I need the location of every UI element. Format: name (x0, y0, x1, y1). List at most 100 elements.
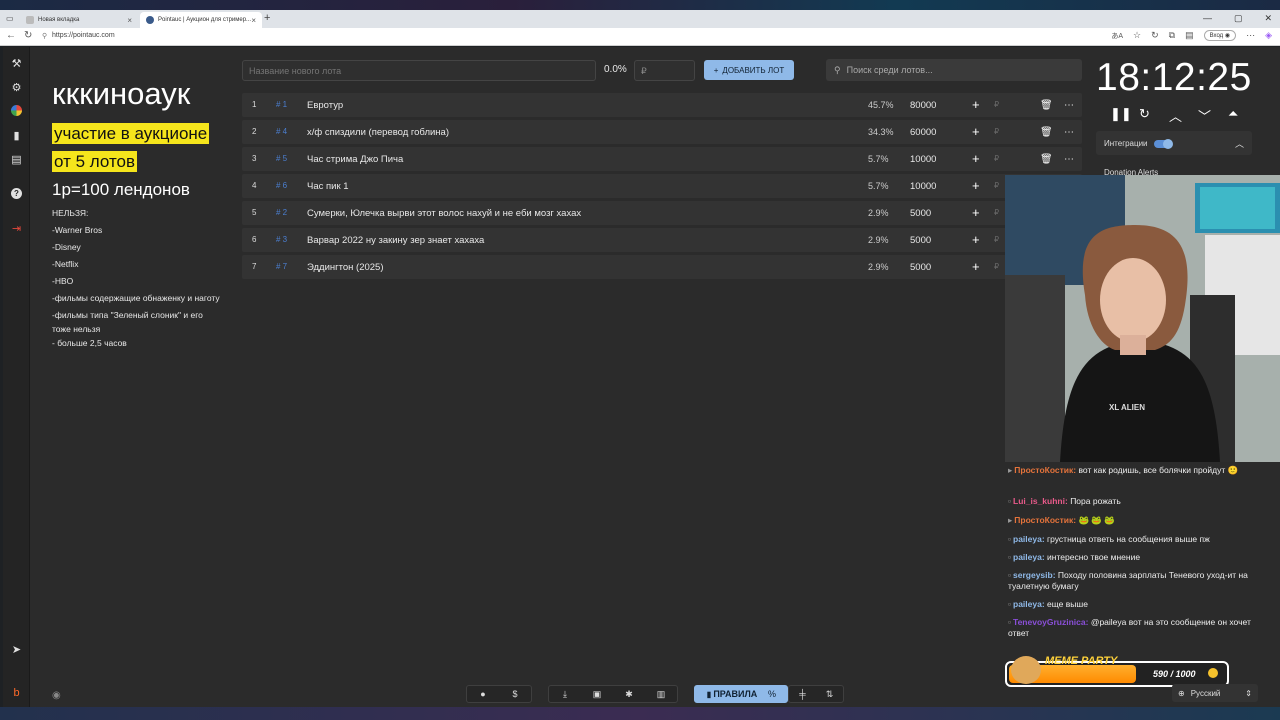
telegram-icon[interactable]: ➤ (3, 643, 30, 656)
add-lot-button[interactable]: + ДОБАВИТЬ ЛОТ (704, 60, 794, 80)
chat-nickname[interactable]: ПростоКостик: (1014, 465, 1076, 475)
split-icon[interactable]: ╪ (789, 689, 816, 699)
more-options-icon[interactable]: ⋯ (1064, 100, 1074, 111)
add-amount-plus-icon[interactable]: + (972, 151, 980, 166)
lot-row[interactable]: 5 # 2 Сумерки, Юлечка вырви этот волос нах… (242, 201, 1082, 225)
lot-name[interactable]: Эддингтон (2025) (307, 262, 384, 273)
more-options-icon[interactable]: ⋯ (1064, 154, 1074, 165)
rules-button[interactable]: ▮ ПРАВИЛА % (694, 685, 788, 703)
bug-icon[interactable]: ✱ (613, 689, 645, 700)
lot-name[interactable]: Евротур (307, 100, 343, 111)
new-lot-name-input[interactable] (242, 60, 596, 81)
chat-nickname[interactable]: paileya: (1013, 552, 1045, 562)
add-amount-plus-icon[interactable]: + (972, 124, 980, 139)
chat-nickname[interactable]: paileya: (1013, 534, 1045, 544)
new-lot-amount-input[interactable]: ₽ (634, 60, 695, 81)
chat-badge-icon: ▫ (1008, 599, 1012, 609)
double-chevron-up-icon[interactable]: ⏶ (1228, 106, 1238, 122)
chat-nickname[interactable]: ПростоКостик: (1014, 515, 1076, 525)
chat-nickname[interactable]: paileya: (1013, 599, 1045, 609)
help-icon[interactable]: ? (3, 187, 30, 199)
chevron-down-icon[interactable]: ﹀ (1198, 106, 1211, 125)
sort-icon[interactable]: ⇅ (816, 689, 843, 700)
lot-amount[interactable]: 80000 (910, 100, 936, 111)
reset-icon[interactable]: ↻ (1139, 106, 1150, 122)
chat-nickname[interactable]: TenevoyGruzinica: (1013, 617, 1088, 627)
lot-name[interactable]: Час стрима Джо Пича (307, 154, 403, 165)
tab-new-tab[interactable]: Новая вкладка × (20, 12, 138, 28)
menu-dots-icon[interactable]: ⋯ (1246, 30, 1255, 41)
chat-nickname[interactable]: Lui_is_kuhni: (1013, 496, 1068, 506)
lot-name[interactable]: Сумерки, Юлечка вырви этот волос нахуй и… (307, 208, 581, 219)
rule-item: -фильмы содержащие обнаженку и наготу (52, 293, 220, 303)
maximize-icon[interactable]: ▢ (1234, 13, 1243, 24)
add-amount-plus-icon[interactable]: + (972, 259, 980, 274)
translate-icon[interactable]: あA (1111, 31, 1123, 41)
delete-lot-icon[interactable]: 🗑 (1040, 100, 1053, 111)
chevron-up-icon[interactable]: ︿ (1169, 106, 1182, 125)
lot-amount[interactable]: 5000 (910, 262, 931, 273)
language-select[interactable]: ⊕ Русский ⇕ (1172, 684, 1258, 702)
history-list-icon[interactable]: ▤ (3, 153, 30, 166)
gavel-icon[interactable]: ⚒ (3, 57, 30, 70)
wheel-icon[interactable] (3, 105, 30, 119)
add-amount-plus-icon[interactable]: + (972, 178, 980, 193)
boosty-logo-icon[interactable]: b (3, 687, 30, 699)
logout-icon[interactable]: ⇥ (3, 222, 30, 235)
close-window-icon[interactable]: ✕ (1264, 13, 1272, 24)
save-icon[interactable]: ▣ (581, 689, 613, 700)
lot-row[interactable]: 3 # 5 Час стрима Джо Пича 5.7% 10000 + ₽ 🗑 ⋯ (242, 147, 1082, 171)
rules-text: ПРАВИЛА (713, 689, 758, 699)
lot-row[interactable]: 1 # 1 Евротур 45.7% 80000 + ₽ 🗑 ⋯ (242, 93, 1082, 117)
lot-row[interactable]: 2 # 4 х/ф спиздили (перевод гоблина) 34.3% 6… (242, 120, 1082, 144)
delete-lot-icon[interactable]: 🗑 (1040, 154, 1053, 165)
url-field[interactable]: https://pointauc.com (52, 32, 115, 39)
minimize-icon[interactable]: — (1203, 13, 1212, 24)
lot-name[interactable]: Час пик 1 (307, 181, 349, 192)
delete-all-icon[interactable]: ▥ (645, 689, 677, 700)
download-icon[interactable]: ⤓ (549, 689, 581, 700)
bookmark-star-icon[interactable]: ☆ (1133, 30, 1141, 41)
tab-actions-icon[interactable]: ▭ (6, 14, 14, 23)
refresh-icon[interactable]: ↻ (1151, 30, 1159, 41)
lot-name[interactable]: Варвар 2022 ну закину зер знает хахаха (307, 235, 484, 246)
copilot-icon[interactable]: ◈ (1265, 30, 1272, 41)
percent-icon[interactable]: % (757, 689, 787, 699)
login-button[interactable]: Вход ◉ (1203, 30, 1237, 41)
auction-title: кккиноаук (52, 76, 191, 111)
integrations-toggle[interactable] (1154, 139, 1173, 149)
site-info-icon[interactable]: ⚲ (42, 32, 47, 40)
github-icon[interactable]: ● (467, 689, 499, 699)
tab-pointauc[interactable]: Pointauc | Аукцион для стример... × (140, 12, 262, 28)
delete-lot-icon[interactable]: 🗑 (1040, 127, 1053, 138)
extensions-icon[interactable]: ⧉ (1169, 30, 1175, 41)
lot-amount[interactable]: 5000 (910, 208, 931, 219)
back-arrow-icon[interactable]: ← (6, 30, 16, 41)
lot-row[interactable]: 7 # 7 Эддингтон (2025) 2.9% 5000 + ₽ (242, 255, 1082, 279)
lot-row[interactable]: 6 # 3 Варвар 2022 ну закину зер знает хаха… (242, 228, 1082, 252)
lot-search-input[interactable]: ⚲ Поиск среди лотов... (826, 59, 1082, 81)
chat-nickname[interactable]: sergeysib: (1013, 570, 1056, 580)
close-tab-icon[interactable]: × (127, 16, 132, 25)
login-label: Вход (1209, 33, 1224, 39)
more-options-icon[interactable]: ⋯ (1064, 127, 1074, 138)
settings-gear-icon[interactable]: ⚙ (3, 81, 30, 94)
add-amount-plus-icon[interactable]: + (972, 205, 980, 220)
donate-dollar-icon[interactable]: $ (499, 689, 531, 699)
new-tab-plus-icon[interactable]: + (264, 12, 270, 24)
lot-amount[interactable]: 10000 (910, 154, 936, 165)
lot-name[interactable]: х/ф спиздили (перевод гоблина) (307, 127, 449, 138)
stats-chart-icon[interactable]: ▮ (3, 129, 30, 142)
lot-amount[interactable]: 10000 (910, 181, 936, 192)
lot-row[interactable]: 4 # 6 Час пик 1 5.7% 10000 + ₽ (242, 174, 1082, 198)
add-amount-plus-icon[interactable]: + (972, 97, 980, 112)
close-tab-icon[interactable]: × (251, 16, 256, 25)
add-amount-plus-icon[interactable]: + (972, 232, 980, 247)
collapse-chevron-icon[interactable]: ︿ (1235, 137, 1244, 150)
sidebar-icon[interactable]: ▤ (1185, 30, 1194, 41)
lot-amount[interactable]: 5000 (910, 235, 931, 246)
visibility-eye-icon[interactable]: ◉ (52, 690, 61, 701)
lot-amount[interactable]: 60000 (910, 127, 936, 138)
reload-icon[interactable]: ↻ (24, 30, 32, 41)
pause-icon[interactable]: ❚❚ (1110, 106, 1132, 122)
